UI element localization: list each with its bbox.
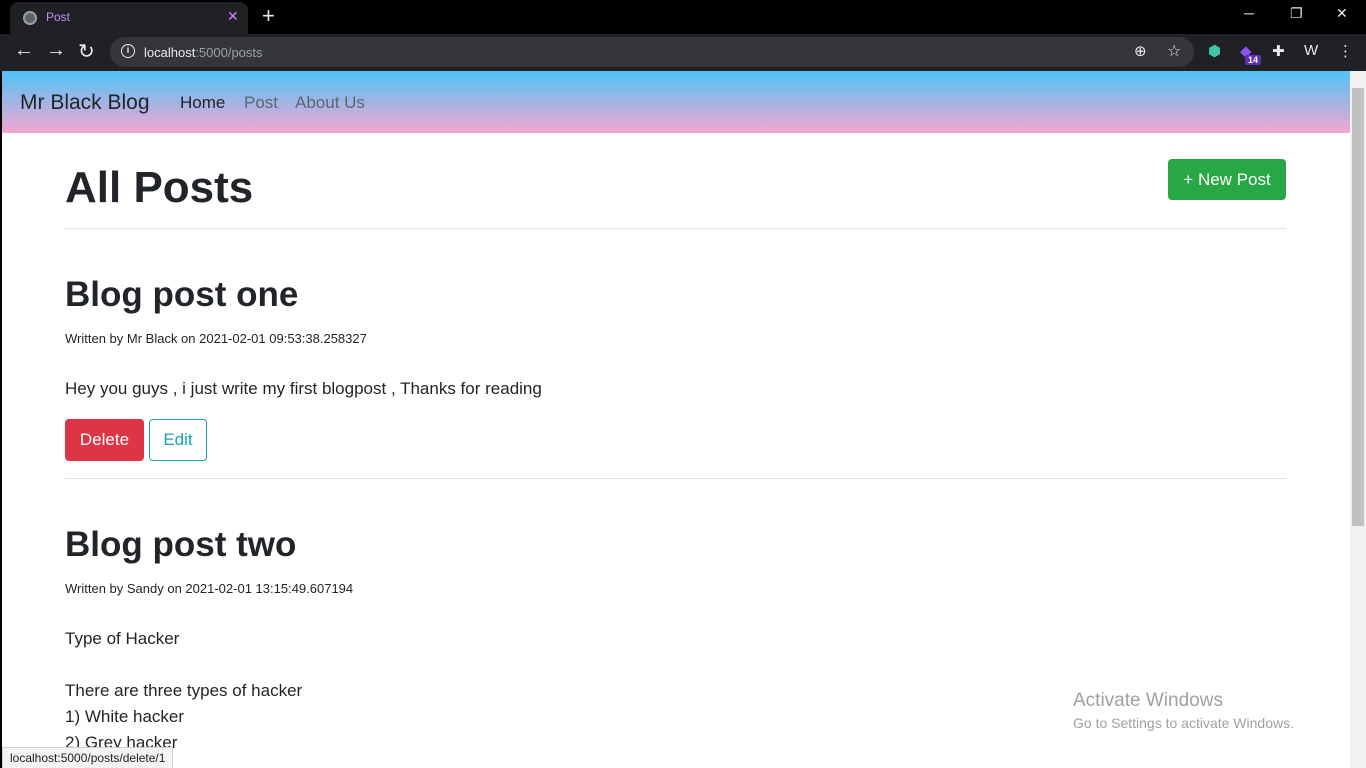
bookmark-star-icon[interactable]: ☆ <box>1167 41 1181 61</box>
extensions-puzzle-icon[interactable]: ✚ <box>1272 42 1285 60</box>
back-icon[interactable]: ← <box>14 39 34 62</box>
nav-link-about[interactable]: About Us <box>295 93 365 113</box>
divider <box>65 228 1286 229</box>
browser-tab[interactable]: Post ✕ <box>10 2 248 34</box>
zoom-icon[interactable]: ⊕ <box>1134 42 1147 60</box>
activation-watermark-title: Activate Windows <box>1073 690 1223 711</box>
forward-icon[interactable]: → <box>46 39 66 62</box>
tab-strip: Post ✕ + ─ ❐ ✕ <box>0 0 1366 34</box>
globe-icon <box>23 11 37 25</box>
restore-icon[interactable]: ❐ <box>1290 5 1303 22</box>
minimize-icon[interactable]: ─ <box>1244 5 1254 21</box>
extension-badge: 14 <box>1245 55 1262 65</box>
navbar-brand[interactable]: Mr Black Blog <box>20 91 150 115</box>
post-body-line: 1) White hacker <box>65 707 185 726</box>
post-title: Blog post two <box>65 525 297 564</box>
window-close-icon[interactable]: ✕ <box>1336 5 1348 22</box>
site-navbar: Mr Black Blog Home Post About Us <box>2 71 1350 133</box>
site-info-icon[interactable]: i <box>121 44 135 58</box>
divider <box>65 478 1286 479</box>
page-viewport: Mr Black Blog Home Post About Us All Pos… <box>2 71 1350 768</box>
post-title: Blog post one <box>65 275 299 314</box>
new-post-button[interactable]: + New Post <box>1168 159 1286 200</box>
close-tab-icon[interactable]: ✕ <box>227 8 239 25</box>
post-body-line: Type of Hacker <box>65 629 180 648</box>
new-tab-icon[interactable]: + <box>262 3 275 29</box>
address-bar[interactable]: i localhost:5000/posts ⊕ ☆ <box>110 37 1194 67</box>
link-status-bar: localhost:5000/posts/delete/1 <box>2 747 174 768</box>
post-body-line: There are three types of hacker <box>65 681 303 700</box>
nav-link-home[interactable]: Home <box>180 93 225 113</box>
edit-button[interactable]: Edit <box>149 419 207 461</box>
scrollbar-thumb[interactable] <box>1352 88 1364 526</box>
activation-watermark-subtitle: Go to Settings to activate Windows. <box>1073 715 1294 731</box>
extension-w-icon[interactable]: W <box>1304 42 1318 59</box>
nav-link-post[interactable]: Post <box>244 93 278 113</box>
tab-title: Post <box>46 10 71 24</box>
post-meta: Written by Mr Black on 2021-02-01 09:53:… <box>65 331 367 346</box>
menu-kebab-icon[interactable]: ⋮ <box>1338 42 1353 60</box>
extension-shield-icon[interactable]: ⬢ <box>1208 42 1221 60</box>
delete-button[interactable]: Delete <box>65 419 144 461</box>
page-scrollbar[interactable] <box>1350 71 1366 768</box>
reload-icon[interactable]: ↻ <box>78 39 95 64</box>
address-url[interactable]: localhost:5000/posts <box>144 45 263 60</box>
post-meta: Written by Sandy on 2021-02-01 13:15:49.… <box>65 581 354 596</box>
post-body: Hey you guys , i just write my first blo… <box>65 379 542 398</box>
page-title: All Posts <box>65 163 254 212</box>
browser-toolbar: ← → ↻ i localhost:5000/posts ⊕ ☆ ⬢ ◆ ✚ W… <box>0 34 1366 71</box>
